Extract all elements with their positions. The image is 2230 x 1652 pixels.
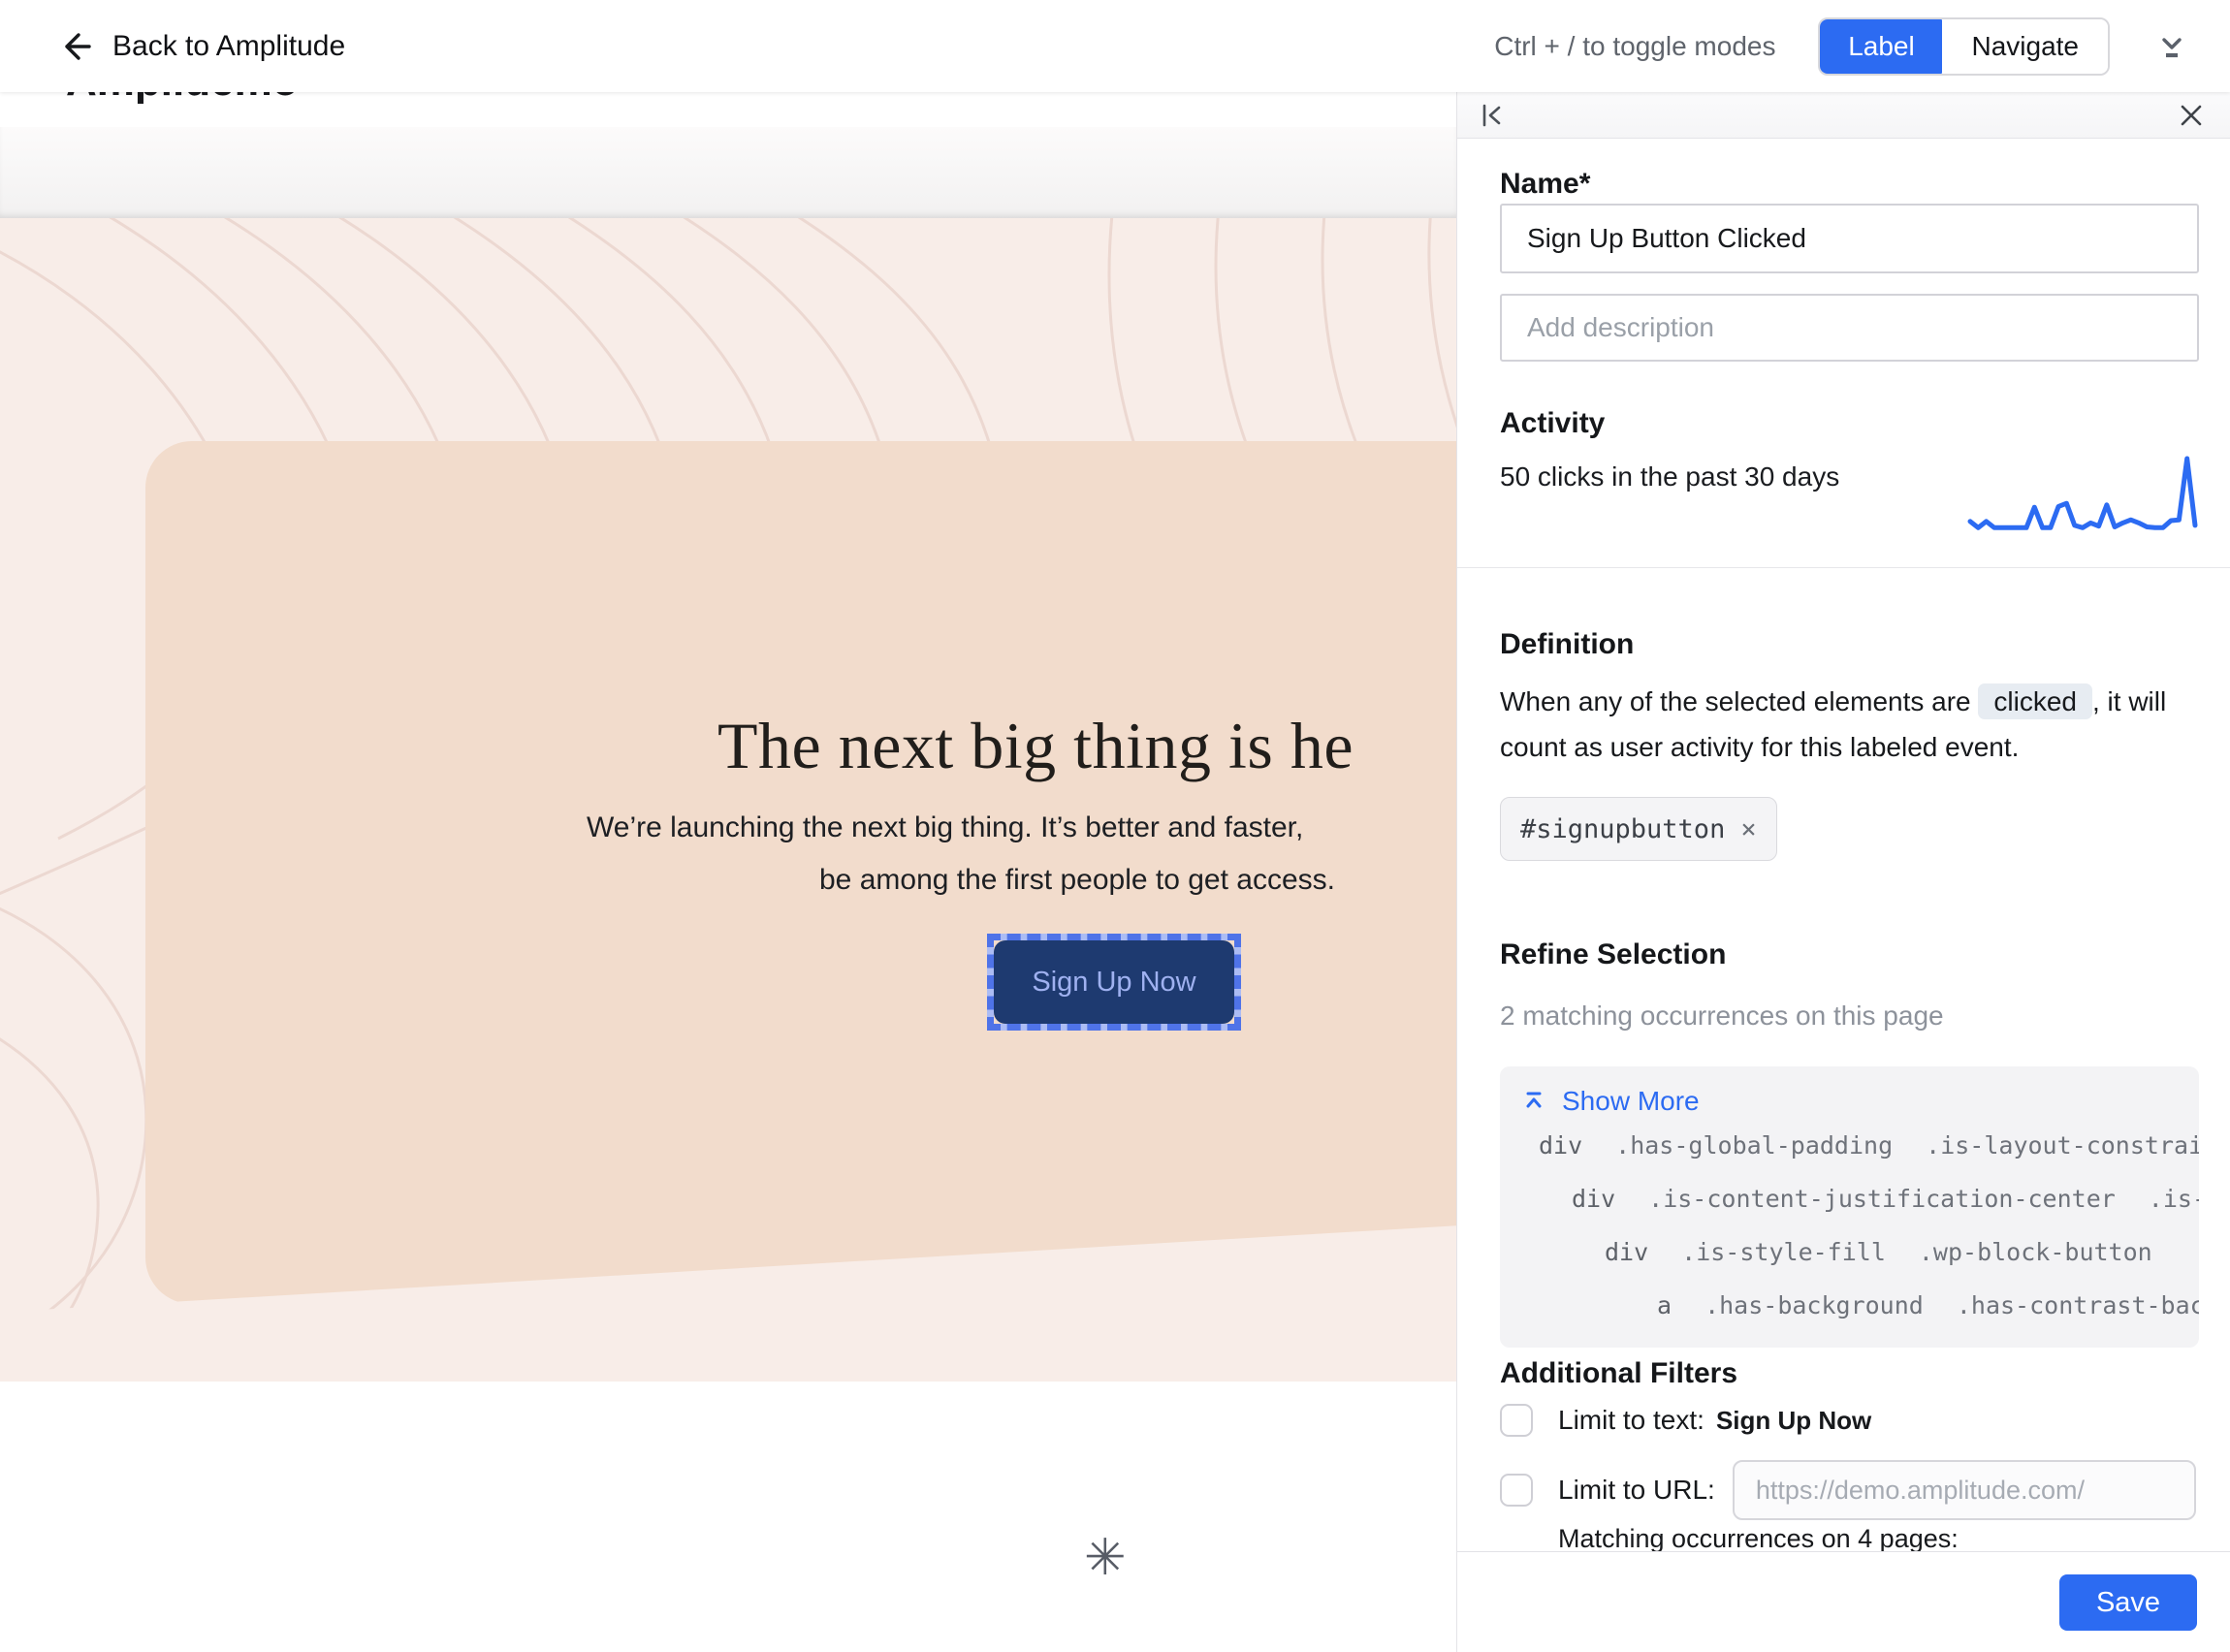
section-divider [1457, 567, 2230, 568]
selector-tag-name: a [1657, 1291, 1672, 1319]
asterisk-logo-glyph: ✳ [1084, 1529, 1127, 1587]
labeling-panel: Name* Activity 50 clicks in the past 30 … [1456, 92, 2230, 1652]
limit-to-url-input[interactable] [1733, 1460, 2196, 1520]
minimize-toolbar-icon[interactable] [2152, 27, 2191, 66]
page-viewport: Amplidemo [0, 92, 1456, 1652]
selector-class: .is-la [2149, 1185, 2199, 1213]
page-header-band [0, 127, 1456, 218]
collapse-panel-icon[interactable] [1475, 98, 1510, 133]
selector-tag-name: div [1605, 1238, 1648, 1266]
limit-to-url-checkbox[interactable] [1500, 1474, 1533, 1507]
top-toolbar: Back to Amplitude Ctrl + / to toggle mod… [0, 0, 2230, 92]
selector-class: .has-background [1704, 1291, 1924, 1319]
limit-to-text-value: Sign Up Now [1716, 1406, 1871, 1436]
definition-heading: Definition [1500, 625, 2199, 664]
selector-code-line[interactable]: div .is-style-fill .wp-block-button [1523, 1225, 2199, 1279]
mode-shortcut-hint: Ctrl + / to toggle modes [1494, 31, 1775, 62]
element-selection-overlay: Sign Up Now [987, 934, 1241, 1031]
back-arrow-icon[interactable] [54, 27, 93, 66]
selector-class: .has-contrast-backgrou [1957, 1291, 2199, 1319]
selector-tag-name: div [1539, 1131, 1582, 1160]
selector-class: .is-style-fill [1681, 1238, 1886, 1266]
close-panel-icon[interactable] [2174, 98, 2209, 133]
limit-to-text-label: Limit to text: [1558, 1405, 1704, 1436]
selector-class: .is-layout-constraine [1926, 1131, 2199, 1160]
selector-class: .has-global-padding [1615, 1131, 1893, 1160]
panel-header [1457, 92, 2230, 139]
show-more-link[interactable]: Show More [1523, 1084, 1700, 1119]
event-name-input[interactable] [1500, 204, 2199, 273]
selector-tag-name: div [1572, 1185, 1615, 1213]
panel-body: Name* Activity 50 clicks in the past 30 … [1457, 139, 2230, 1551]
additional-filters-heading: Additional Filters [1500, 1354, 2199, 1393]
activity-row: 50 clicks in the past 30 days [1500, 450, 2199, 547]
selector-code-line[interactable]: div .is-content-justification-center .is-l… [1523, 1172, 2199, 1225]
save-button[interactable]: Save [2059, 1574, 2197, 1631]
activity-heading: Activity [1500, 404, 2199, 443]
matching-pages-note: Matching occurrences on 4 pages: [1558, 1522, 2199, 1551]
limit-to-text-row: Limit to text: Sign Up Now [1500, 1398, 2199, 1443]
sign-up-now-button[interactable]: Sign Up Now [994, 940, 1234, 1024]
definition-text: When any of the selected elements are cl… [1500, 679, 2199, 770]
panel-footer: Save [1457, 1551, 2230, 1652]
definition-text-before: When any of the selected elements are [1500, 686, 1978, 716]
hero-subtitle-line1: We’re launching the next big thing. It’s… [587, 811, 1303, 844]
selector-class: .wp-block-button [1919, 1238, 2152, 1266]
show-more-label: Show More [1562, 1084, 1700, 1119]
limit-to-url-label: Limit to URL: [1558, 1475, 1715, 1506]
navigate-mode-button[interactable]: Navigate [1942, 19, 2108, 74]
selector-code-line[interactable]: a .has-background .has-contrast-backgrou [1523, 1279, 2199, 1332]
refine-selection-heading: Refine Selection [1500, 936, 2199, 974]
description-input[interactable] [1500, 294, 2199, 362]
activity-sparkline-chart [1966, 450, 2199, 542]
selector-tag-chip[interactable]: #signupbutton × [1500, 797, 1777, 861]
limit-to-url-row: Limit to URL: [1500, 1460, 2199, 1520]
selector-lines: div.has-global-padding.is-layout-constra… [1523, 1119, 2199, 1332]
sign-up-now-label: Sign Up Now [1032, 967, 1195, 999]
activity-summary: 50 clicks in the past 30 days [1500, 450, 1839, 492]
screen: Amplidemo [0, 0, 2230, 1652]
clicked-trigger-pill[interactable]: clicked [1978, 683, 2092, 719]
hero-section: The next big thing is he We’re launching… [0, 218, 1456, 1382]
remove-selector-icon[interactable]: × [1740, 814, 1756, 844]
page-site-title: Amplidemo [66, 92, 299, 106]
selector-code-line[interactable]: div .has-global-padding .is-layout-constra… [1523, 1119, 2199, 1172]
hero-subtitle-line2: be among the first people to get access. [819, 864, 1335, 897]
limit-to-text-checkbox[interactable] [1500, 1404, 1533, 1437]
mode-segmented-control: Label Navigate [1818, 17, 2110, 76]
label-mode-button[interactable]: Label [1818, 17, 1944, 76]
selector-code-block: Show More div.has-global-padding.is-layo… [1500, 1066, 2199, 1348]
name-field-label: Name* [1500, 165, 2199, 204]
back-to-amplitude-link[interactable]: Back to Amplitude [112, 30, 345, 63]
matching-occurrences-text: 2 matching occurrences on this page [1500, 999, 2199, 1033]
selector-tag-label: #signupbutton [1520, 814, 1725, 844]
selector-class: .is-content-justification-center [1648, 1185, 2116, 1213]
hero-heading: The next big thing is he [717, 708, 1354, 784]
